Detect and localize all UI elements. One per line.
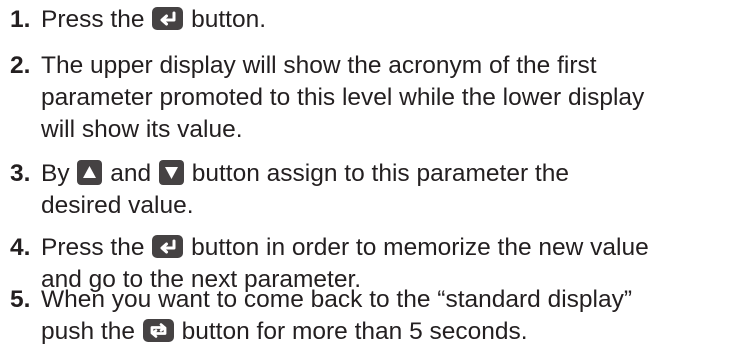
step-text-part: By (41, 160, 70, 187)
step-3: 3. By and button assign to this paramete… (10, 158, 728, 222)
step-text-line: desired value. (41, 192, 194, 219)
step-text-part: Press the (41, 234, 145, 261)
step-text-line: When you want to come back to the “stand… (41, 286, 633, 313)
step-text-part: and (110, 160, 152, 187)
step-number: 5. (10, 286, 31, 313)
step-text-line: will show its value. (41, 116, 243, 143)
step-text-line: The upper display will show the acronym … (41, 52, 597, 79)
step-1: 1. Press the button. (10, 4, 728, 36)
step-5: 5. When you want to come back to the “st… (10, 284, 728, 348)
enter-button-icon (152, 7, 184, 30)
loop-button-icon (142, 319, 174, 342)
step-text: By and button assign to this parameter t… (10, 158, 728, 222)
step-text: Press the button. (10, 4, 728, 36)
step-text-part: button assign to this parameter the (191, 160, 569, 187)
step-number: 1. (10, 6, 31, 33)
step-text: When you want to come back to the “stand… (10, 284, 728, 348)
up-arrow-icon (77, 160, 103, 185)
step-text-line: parameter promoted to this level while t… (41, 84, 645, 111)
instruction-steps: 1. Press the button. 2. The upper displa… (0, 0, 732, 356)
step-number: 4. (10, 234, 31, 261)
step-number: 2. (10, 52, 31, 79)
step-text-part: button. (191, 6, 267, 33)
step-text-part: push the (41, 318, 135, 345)
enter-button-icon (152, 235, 184, 258)
down-arrow-icon (158, 160, 184, 185)
step-text-part: button in order to memorize the new valu… (191, 234, 649, 261)
step-2: 2. The upper display will show the acron… (10, 50, 728, 146)
step-text-part: Press the (41, 6, 145, 33)
step-text-part: button for more than 5 seconds. (181, 318, 528, 345)
step-number: 3. (10, 160, 31, 187)
step-text: The upper display will show the acronym … (10, 50, 728, 146)
